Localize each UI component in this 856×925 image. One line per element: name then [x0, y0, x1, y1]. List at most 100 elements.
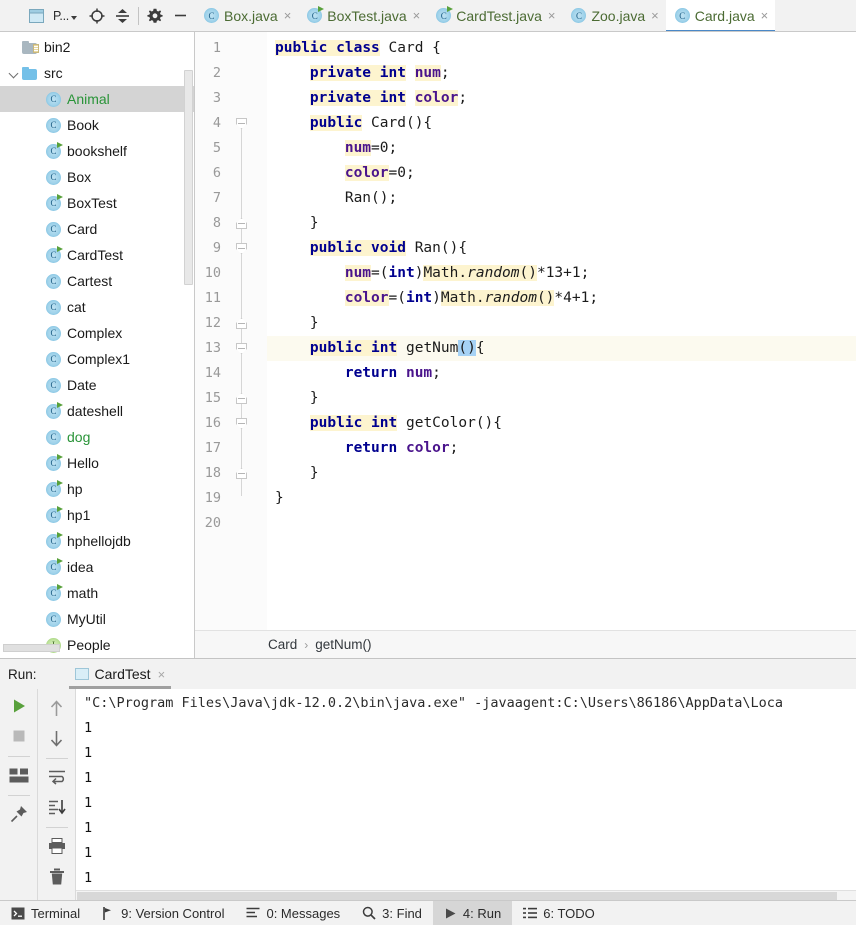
close-icon[interactable]: × [158, 667, 166, 682]
tree-item-cat[interactable]: Ccat [0, 294, 194, 320]
run-actions-column-left [0, 689, 38, 900]
editor-tab-card-java[interactable]: C Card.java × [665, 0, 776, 31]
tree-item-label: BoxTest [67, 195, 117, 211]
down-arrow-icon[interactable] [44, 725, 70, 751]
divider [7, 795, 30, 796]
editor-tab-boxtest-java[interactable]: C BoxTest.java × [298, 0, 428, 31]
run-panel-title: Run: [8, 666, 37, 682]
run-configuration-tab[interactable]: CardTest × [68, 660, 172, 689]
tree-item-math[interactable]: Cmath [0, 580, 194, 606]
status-item-messages[interactable]: 0: Messages [235, 901, 351, 925]
rerun-play-icon[interactable] [6, 693, 32, 719]
print-icon[interactable] [44, 833, 70, 859]
project-dropdown[interactable]: P... [47, 4, 80, 28]
java-class-runnable-icon: C [46, 193, 63, 211]
settings-gear-icon[interactable] [144, 4, 166, 28]
fold-collapse-icon[interactable] [236, 418, 247, 429]
tree-item-animal[interactable]: C Animal [0, 86, 194, 112]
tree-item-hp1[interactable]: Chp1 [0, 502, 194, 528]
tree-item-box[interactable]: C Box [0, 164, 194, 190]
code-editor[interactable]: 1 2 3 4 5 6 7 8 9 10 11 12 13 14 15 16 17 18 19 20 public c… [195, 32, 856, 630]
tree-item-boxtest[interactable]: C BoxTest [0, 190, 194, 216]
code-token: num [344, 265, 372, 281]
tree-item-bin2[interactable]: bin2 [0, 34, 194, 60]
project-file-tree[interactable]: bin2 src C Animal C Book Cbookshelf C Box C BoxTes… [0, 32, 194, 658]
status-item-find[interactable]: 3: Find [351, 901, 433, 925]
branch-icon [103, 906, 112, 920]
editor-gutter[interactable]: 1 2 3 4 5 6 7 8 9 10 11 12 13 14 15 16 17 18 19 20 [195, 32, 267, 630]
project-window-icon[interactable] [26, 4, 47, 28]
code-token: ; [440, 65, 450, 81]
status-item-terminal[interactable]: Terminal [0, 901, 91, 925]
tree-item-label: Complex1 [67, 351, 131, 367]
line-number: 2 [212, 65, 221, 81]
close-icon[interactable]: × [651, 9, 659, 22]
tree-item-src[interactable]: src [0, 60, 194, 86]
close-icon[interactable]: × [413, 9, 421, 22]
fold-expand-icon[interactable] [236, 393, 247, 404]
tree-item-dog[interactable]: Cdog [0, 424, 194, 450]
chevron-down-icon[interactable] [8, 67, 21, 80]
sidebar-horizontal-scrollbar[interactable] [3, 644, 60, 652]
run-tool-window: Run: CardTest × 1 1 1 1 1 1 1 "C:\Progra… [0, 658, 856, 900]
editor-tab-label: CardTest.java [456, 7, 542, 24]
fold-collapse-icon[interactable] [236, 343, 247, 354]
tree-item-myutil[interactable]: C MyUtil [0, 606, 194, 632]
tree-item-bookshelf[interactable]: Cbookshelf [0, 138, 194, 164]
tree-item-hp[interactable]: Chp [0, 476, 194, 502]
fold-collapse-icon[interactable] [236, 243, 247, 254]
tree-item-dateshell[interactable]: Cdateshell [0, 398, 194, 424]
collapse-all-icon[interactable] [112, 4, 133, 28]
code-token: public [309, 340, 363, 356]
breadcrumb-class[interactable]: Card [268, 637, 297, 652]
sidebar-vertical-scrollbar[interactable] [184, 70, 193, 285]
editor-tab-box-java[interactable]: C Box.java × [195, 0, 299, 31]
soft-wrap-icon[interactable] [44, 764, 70, 790]
fold-expand-icon[interactable] [236, 218, 247, 229]
status-item-label: 3: Find [382, 905, 422, 921]
close-icon[interactable]: × [761, 9, 769, 22]
scrollbar-thumb[interactable] [77, 892, 837, 900]
code-line: return num; [275, 361, 441, 386]
status-item-run[interactable]: 4: Run [432, 900, 513, 925]
java-class-icon: C [46, 377, 61, 393]
fold-expand-icon[interactable] [236, 318, 247, 329]
editor-tab-zoo-java[interactable]: C Zoo.java × [562, 0, 666, 31]
close-icon[interactable]: × [548, 9, 556, 22]
tree-item-complex1[interactable]: C Complex1 [0, 346, 194, 372]
tree-item-card[interactable]: C Card [0, 216, 194, 242]
console-horizontal-scrollbar[interactable] [76, 890, 856, 900]
scroll-to-end-icon[interactable] [44, 794, 70, 820]
tree-item-complex[interactable]: C Complex [0, 320, 194, 346]
locate-target-icon[interactable] [86, 4, 108, 28]
close-icon[interactable]: × [284, 9, 292, 22]
stop-icon[interactable] [6, 723, 32, 749]
code-token: () [536, 290, 555, 306]
status-item-version-control[interactable]: 9: Version Control [91, 901, 235, 925]
run-console-output[interactable]: 1 1 1 1 1 1 1 "C:\Program Files\Java\jdk-12.0.2… [76, 689, 856, 900]
pin-tab-icon[interactable] [6, 801, 32, 827]
code-text-area[interactable]: public class Card { private int num; pri… [267, 32, 856, 630]
tree-item-cardtest[interactable]: C CardTest [0, 242, 194, 268]
tree-item-date[interactable]: C Date [0, 372, 194, 398]
up-arrow-icon[interactable] [44, 695, 70, 721]
clear-all-icon[interactable] [44, 863, 70, 889]
layout-toggle-icon[interactable] [6, 762, 32, 788]
fold-expand-icon[interactable] [236, 468, 247, 479]
tree-item-book[interactable]: C Book [0, 112, 194, 138]
code-token: Ran(); [275, 190, 398, 206]
tree-item-idea[interactable]: Cidea [0, 554, 194, 580]
code-token: =0; [371, 140, 398, 156]
tree-item-cartest[interactable]: C Cartest [0, 268, 194, 294]
status-item-todo[interactable]: 6: TODO [512, 901, 606, 925]
hide-panel-icon[interactable] [171, 4, 190, 28]
fold-collapse-icon[interactable] [236, 118, 247, 129]
tree-item-hello[interactable]: C Hello [0, 450, 194, 476]
breadcrumb-method[interactable]: getNum() [315, 637, 371, 652]
editor-tab-cardtest-java[interactable]: C CardTest.java × [427, 0, 563, 31]
console-output-line: 1 [84, 720, 93, 736]
line-number: 6 [212, 165, 221, 181]
tree-item-hphellojdb[interactable]: Chphellojdb [0, 528, 194, 554]
